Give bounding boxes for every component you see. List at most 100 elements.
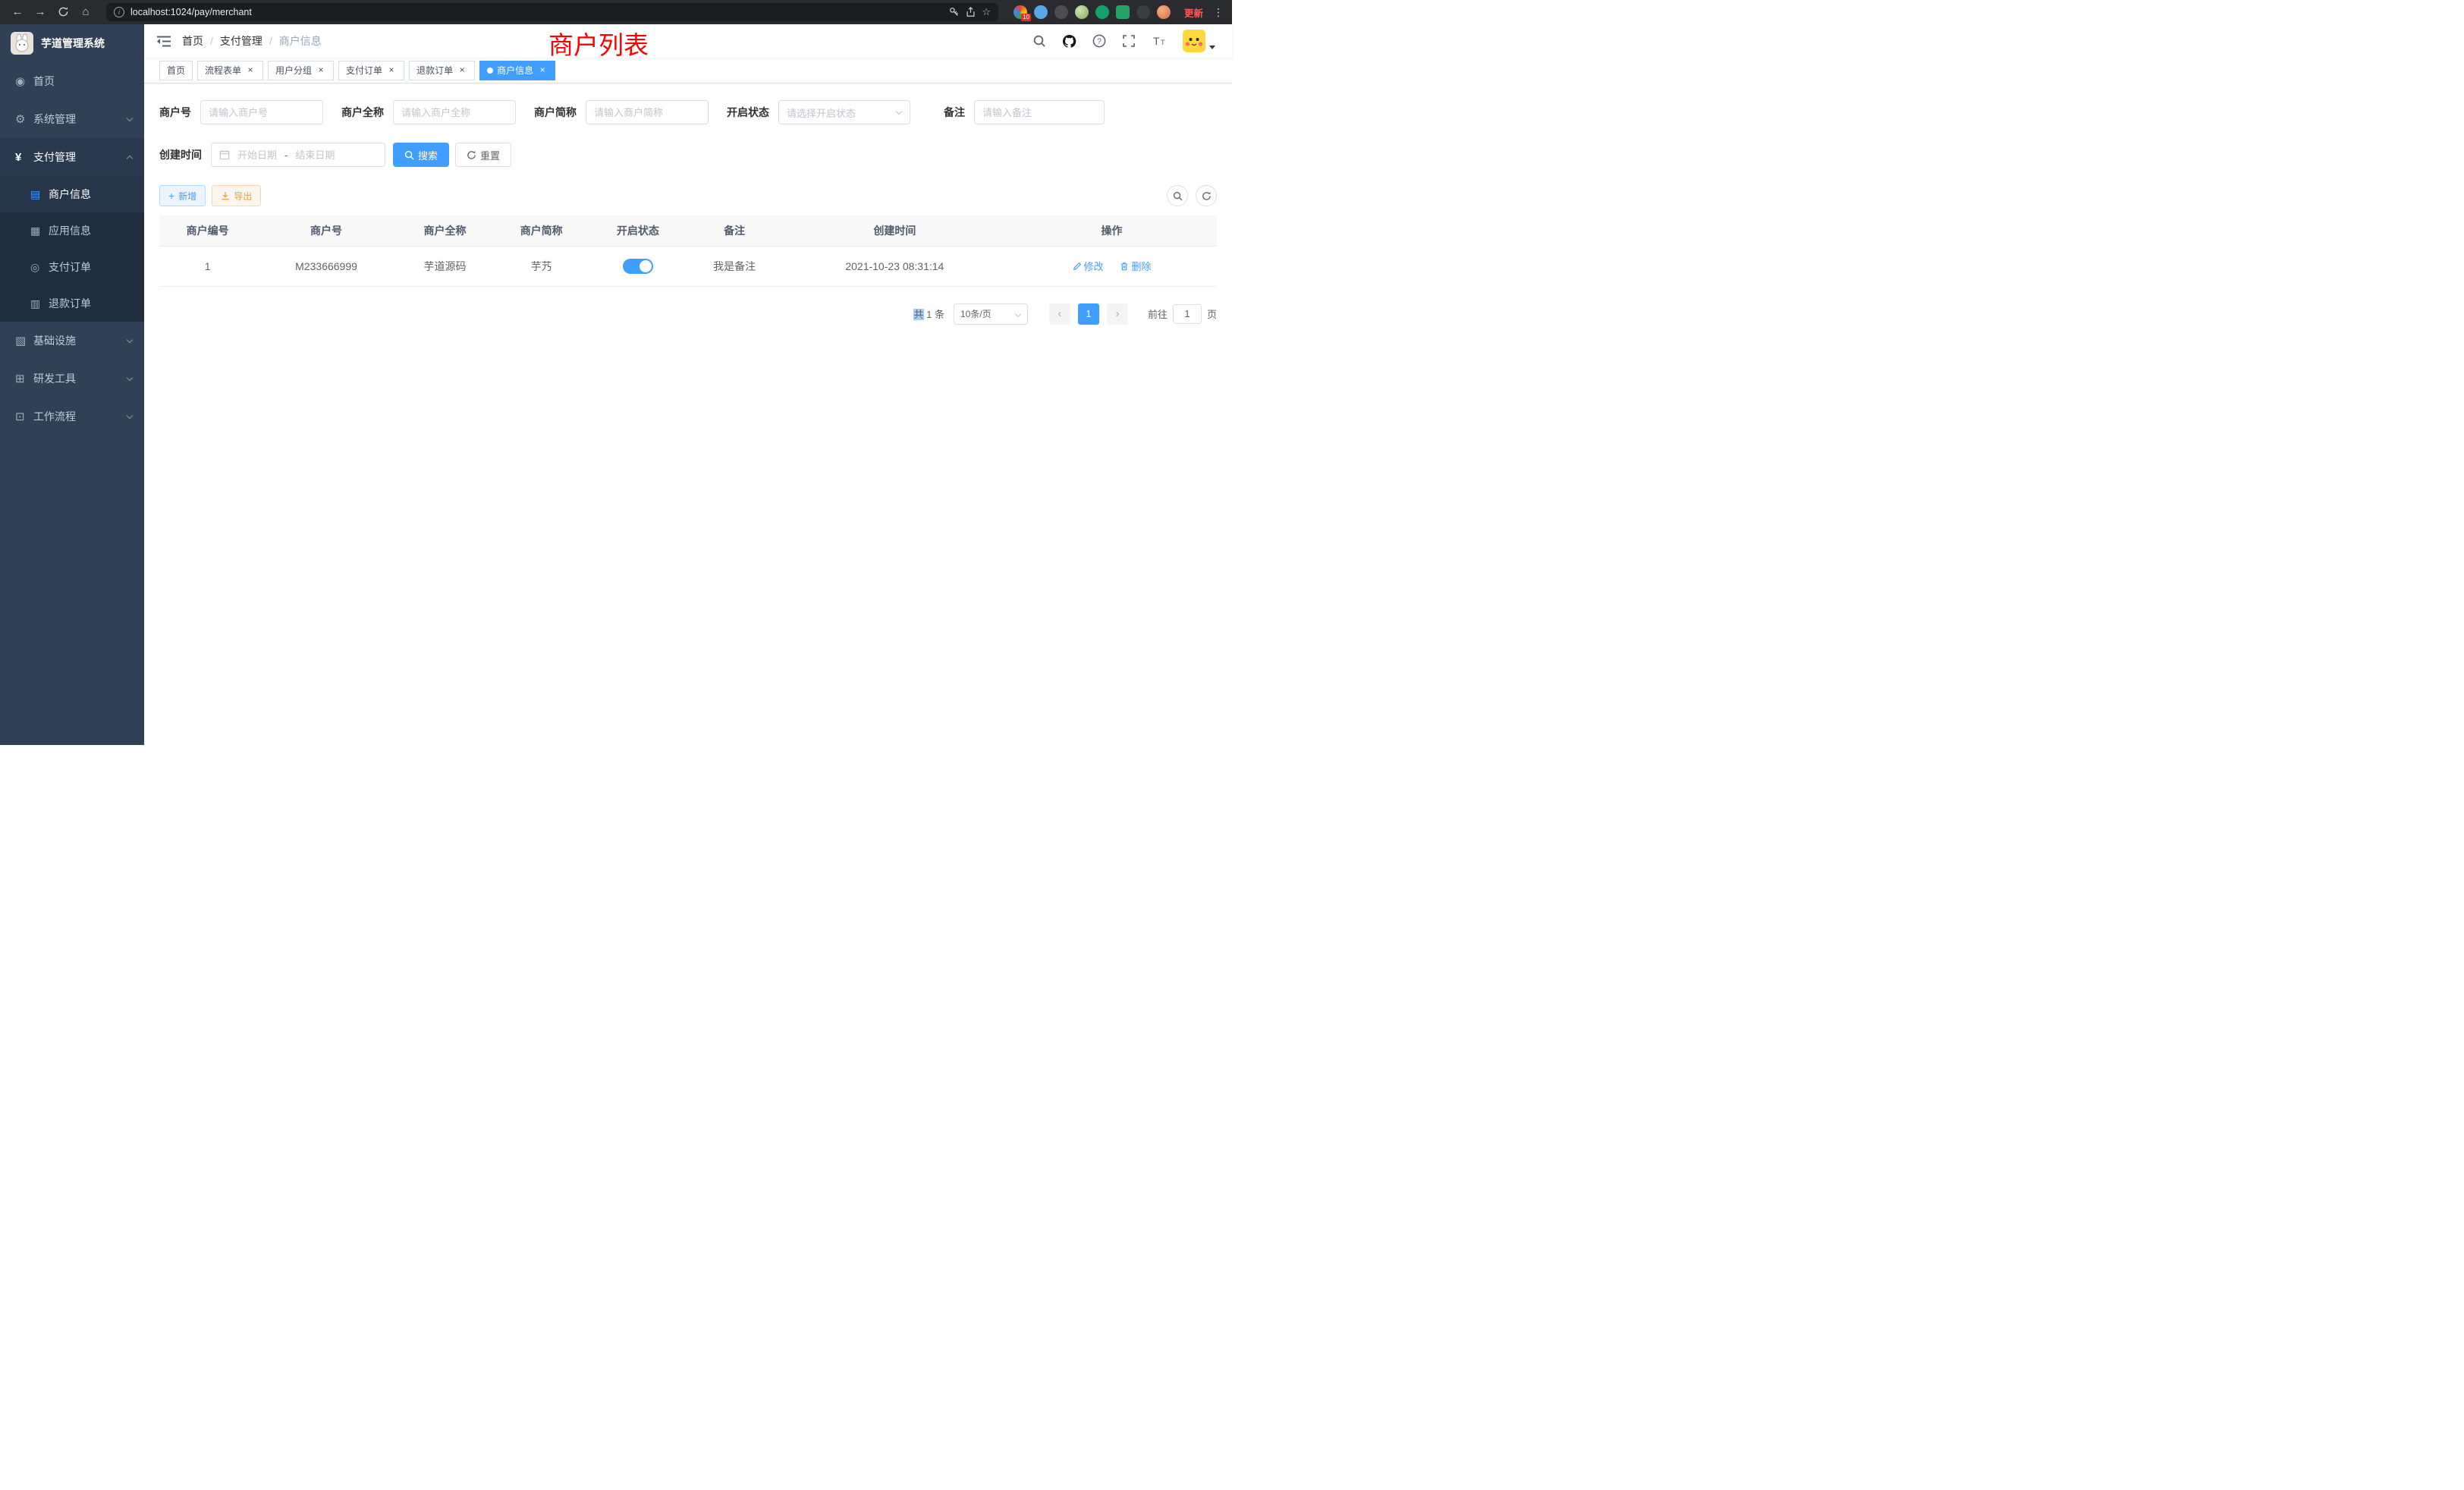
remark-input[interactable] bbox=[974, 100, 1105, 124]
yen-icon: ¥ bbox=[15, 151, 33, 164]
tab-pay-order[interactable]: 支付订单 × bbox=[338, 61, 404, 80]
reset-button[interactable]: 重置 bbox=[455, 143, 511, 167]
close-icon[interactable]: × bbox=[316, 65, 326, 76]
home-icon[interactable]: ⌂ bbox=[76, 2, 96, 22]
sidebar-item-home[interactable]: ◉ 首页 bbox=[0, 62, 144, 100]
password-key-icon[interactable] bbox=[949, 7, 960, 17]
sidebar-item-merchant-info[interactable]: ▤ 商户信息 bbox=[0, 176, 144, 212]
goto-label: 前往 bbox=[1148, 306, 1168, 321]
chrome-menu-icon[interactable]: ⋮ bbox=[1212, 6, 1224, 19]
toggle-knob bbox=[640, 260, 652, 272]
share-icon[interactable] bbox=[966, 7, 976, 17]
extension-icon-5[interactable] bbox=[1095, 5, 1109, 19]
sidebar-item-app-info[interactable]: ▦ 应用信息 bbox=[0, 212, 144, 249]
bookmark-star-icon[interactable]: ☆ bbox=[982, 6, 991, 18]
site-info-icon[interactable]: i bbox=[114, 7, 124, 17]
chevron-down-icon bbox=[896, 108, 902, 115]
sidebar-item-label: 支付订单 bbox=[49, 259, 91, 275]
status-select[interactable]: 请选择开启状态 bbox=[778, 100, 910, 124]
tab-home[interactable]: 首页 bbox=[159, 61, 193, 80]
sidebar-item-label: 系统管理 bbox=[33, 112, 76, 127]
breadcrumb-payment[interactable]: 支付管理 bbox=[220, 33, 262, 49]
sidebar-item-label: 工作流程 bbox=[33, 409, 76, 424]
extension-icon-3[interactable] bbox=[1054, 5, 1068, 19]
date-range-separator: - bbox=[284, 149, 288, 161]
extension-icon-4[interactable] bbox=[1075, 5, 1089, 19]
date-range-picker[interactable]: - bbox=[211, 143, 385, 167]
search-button[interactable]: 搜索 bbox=[393, 143, 449, 167]
field-merchant-fullname: 商户全称 bbox=[341, 100, 516, 124]
page-size-value: 10条/页 bbox=[960, 307, 992, 320]
chevron-down-icon bbox=[127, 412, 133, 418]
header-create-time: 创建时间 bbox=[783, 215, 1007, 246]
tab-refund-order[interactable]: 退款订单 × bbox=[409, 61, 475, 80]
toggle-search-icon[interactable] bbox=[1167, 185, 1188, 206]
extension-icon-7[interactable] bbox=[1136, 5, 1150, 19]
sidebar-item-infrastructure[interactable]: ▧ 基础设施 bbox=[0, 322, 144, 360]
breadcrumb-home[interactable]: 首页 bbox=[182, 33, 203, 49]
prev-page-button[interactable]: ‹ bbox=[1049, 303, 1070, 325]
merchant-no-input[interactable] bbox=[200, 100, 323, 124]
page-1-button[interactable]: 1 bbox=[1078, 303, 1099, 325]
export-button[interactable]: 导出 bbox=[212, 185, 261, 206]
tab-user-group[interactable]: 用户分组 × bbox=[268, 61, 334, 80]
sidebar-item-workflow[interactable]: ⊡ 工作流程 bbox=[0, 398, 144, 435]
next-page-button[interactable]: › bbox=[1107, 303, 1128, 325]
merchant-fullname-input[interactable] bbox=[393, 100, 516, 124]
goto-page-input[interactable] bbox=[1173, 304, 1202, 324]
field-status: 开启状态 请选择开启状态 bbox=[727, 100, 910, 124]
merchant-no-input-field[interactable] bbox=[209, 107, 315, 118]
sidebar-item-payment[interactable]: ¥ 支付管理 bbox=[0, 138, 144, 176]
extension-icon-2[interactable] bbox=[1034, 5, 1048, 19]
add-button[interactable]: + 新增 bbox=[159, 185, 206, 206]
browser-chrome: ← → ⌂ i localhost:1024/pay/merchant ☆ 10… bbox=[0, 0, 1232, 24]
sidebar-item-devtools[interactable]: ⊞ 研发工具 bbox=[0, 360, 144, 398]
reset-button-label: 重置 bbox=[480, 148, 500, 162]
fullscreen-icon[interactable] bbox=[1122, 34, 1136, 48]
extension-icon-6[interactable] bbox=[1116, 5, 1130, 19]
table-row: 1 M233666999 芋道源码 芋艿 我是备注 2021-10-23 08:… bbox=[159, 246, 1217, 286]
status-select-placeholder: 请选择开启状态 bbox=[787, 105, 856, 120]
page-size-select[interactable]: 10条/页 bbox=[954, 303, 1028, 325]
edit-button[interactable]: 修改 bbox=[1073, 259, 1104, 273]
sidebar-item-system[interactable]: ⚙ 系统管理 bbox=[0, 100, 144, 138]
tab-merchant-info[interactable]: 商户信息 × bbox=[479, 61, 555, 80]
user-avatar[interactable] bbox=[1183, 30, 1215, 52]
sidebar-item-pay-order[interactable]: ◎ 支付订单 bbox=[0, 249, 144, 285]
header-full-name: 商户全称 bbox=[397, 215, 493, 246]
sidebar-item-refund-order[interactable]: ▥ 退款订单 bbox=[0, 285, 144, 322]
tab-process-form[interactable]: 流程表单 × bbox=[197, 61, 263, 80]
remark-input-field[interactable] bbox=[982, 107, 1096, 118]
extension-icon-1[interactable]: 10 bbox=[1014, 5, 1027, 19]
font-size-icon[interactable]: TT bbox=[1152, 34, 1167, 48]
github-icon[interactable] bbox=[1062, 34, 1076, 49]
search-icon[interactable] bbox=[1032, 34, 1046, 48]
close-icon[interactable]: × bbox=[537, 65, 548, 76]
close-icon[interactable]: × bbox=[386, 65, 397, 76]
forward-icon[interactable]: → bbox=[30, 2, 50, 22]
back-icon[interactable]: ← bbox=[8, 2, 27, 22]
refresh-icon[interactable] bbox=[1196, 185, 1217, 206]
merchant-fullname-input-field[interactable] bbox=[401, 107, 508, 118]
tags-view: 首页 流程表单 × 用户分组 × 支付订单 × 退款订单 × 商户信息 × bbox=[144, 58, 1232, 83]
close-icon[interactable]: × bbox=[245, 65, 256, 76]
status-toggle[interactable] bbox=[623, 259, 653, 274]
merchant-shortname-input[interactable] bbox=[586, 100, 709, 124]
close-icon[interactable]: × bbox=[457, 65, 467, 76]
delete-button[interactable]: 删除 bbox=[1120, 259, 1151, 273]
header-remark: 备注 bbox=[687, 215, 783, 246]
help-icon[interactable]: ? bbox=[1092, 34, 1106, 48]
chevron-down-icon bbox=[127, 336, 133, 342]
hamburger-icon[interactable] bbox=[144, 35, 182, 48]
logo[interactable]: 芋道管理系统 bbox=[0, 24, 144, 62]
chrome-update-button[interactable]: 更新 bbox=[1184, 5, 1203, 20]
reload-icon[interactable] bbox=[53, 2, 73, 22]
page-unit-label: 页 bbox=[1207, 306, 1217, 321]
sidebar-item-label: 应用信息 bbox=[49, 223, 91, 238]
merchant-shortname-input-field[interactable] bbox=[594, 107, 700, 118]
address-bar[interactable]: i localhost:1024/pay/merchant ☆ bbox=[106, 3, 998, 21]
extension-icon-8[interactable] bbox=[1157, 5, 1171, 19]
pagination-total-highlight: 共 bbox=[913, 309, 923, 320]
start-date-input[interactable] bbox=[233, 149, 281, 161]
end-date-input[interactable] bbox=[291, 149, 339, 161]
